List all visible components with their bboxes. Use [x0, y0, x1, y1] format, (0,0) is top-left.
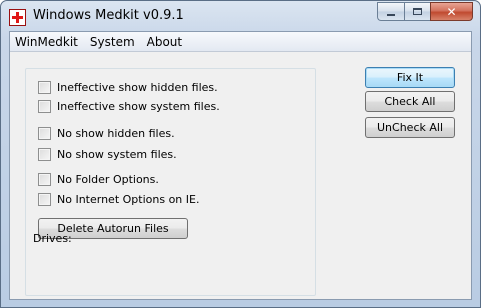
options-group: Ineffective show hidden files. Ineffecti… — [25, 68, 316, 296]
option-no-show-hidden[interactable]: No show hidden files. — [38, 126, 175, 140]
option-label: No show system files. — [57, 147, 177, 161]
option-label: No Internet Options on IE. — [57, 192, 200, 206]
menu-about[interactable]: About — [141, 32, 188, 52]
option-no-show-system[interactable]: No show system files. — [38, 147, 177, 161]
checkbox[interactable] — [38, 147, 51, 161]
fix-it-button[interactable]: Fix It — [365, 67, 455, 88]
option-no-folder-options[interactable]: No Folder Options. — [38, 172, 159, 186]
drives-label: Drives: — [33, 232, 72, 245]
caption-buttons: ✕ — [377, 2, 473, 21]
minimize-icon — [387, 13, 395, 16]
menu-system[interactable]: System — [84, 32, 141, 52]
checkbox[interactable] — [38, 99, 51, 113]
window-title: Windows Medkit v0.9.1 — [33, 8, 184, 23]
client-area: WinMedkit System About Ineffective show … — [9, 31, 472, 300]
menu-winmedkit[interactable]: WinMedkit — [10, 32, 84, 52]
red-cross-icon[interactable] — [9, 9, 26, 26]
checkbox[interactable] — [38, 192, 51, 206]
uncheck-all-button[interactable]: UnCheck All — [365, 117, 455, 138]
option-ineffective-system[interactable]: Ineffective show system files. — [38, 99, 220, 113]
maximize-icon — [413, 8, 422, 15]
option-label: No show hidden files. — [57, 126, 175, 140]
app-window: Windows Medkit v0.9.1 ✕ WinMedkit System… — [0, 0, 481, 308]
menu-bar: WinMedkit System About — [10, 32, 471, 52]
checkbox[interactable] — [38, 172, 51, 186]
check-all-button[interactable]: Check All — [365, 91, 455, 112]
minimize-button[interactable] — [377, 2, 404, 21]
option-label: No Folder Options. — [57, 172, 159, 186]
title-bar[interactable]: Windows Medkit v0.9.1 ✕ — [1, 1, 480, 31]
close-button[interactable]: ✕ — [430, 2, 473, 21]
maximize-button[interactable] — [404, 2, 430, 21]
option-ineffective-hidden[interactable]: Ineffective show hidden files. — [38, 80, 218, 94]
checkbox[interactable] — [38, 126, 51, 140]
option-no-internet-options[interactable]: No Internet Options on IE. — [38, 192, 199, 206]
checkbox[interactable] — [38, 80, 51, 94]
option-label: Ineffective show system files. — [57, 99, 220, 113]
option-label: Ineffective show hidden files. — [57, 80, 218, 94]
close-icon: ✕ — [446, 4, 457, 19]
